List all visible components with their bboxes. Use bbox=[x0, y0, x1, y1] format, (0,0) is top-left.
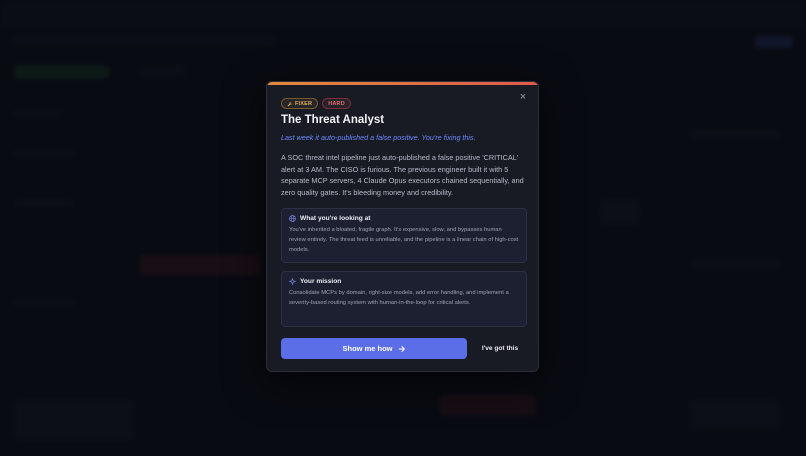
modal-top-accent bbox=[267, 82, 538, 85]
looking-at-header: What you're looking at bbox=[289, 215, 519, 222]
modal-title: The Threat Analyst bbox=[281, 114, 385, 126]
show-me-how-button[interactable]: Show me how bbox=[281, 338, 467, 359]
looking-at-heading: What you're looking at bbox=[300, 215, 371, 222]
difficulty-badge-label: HARD bbox=[328, 100, 345, 107]
globe-icon bbox=[289, 215, 296, 222]
badge-row: FIXER HARD bbox=[281, 98, 351, 109]
close-button[interactable]: × bbox=[517, 91, 529, 103]
sparkle-icon bbox=[289, 278, 296, 285]
looking-at-card: What you're looking at You've inherited … bbox=[281, 208, 527, 263]
mission-body: Consolidate MCPs by domain, right-size m… bbox=[289, 290, 509, 306]
difficulty-badge: HARD bbox=[322, 98, 351, 109]
fixer-badge-label: FIXER bbox=[295, 100, 313, 107]
arrow-right-icon bbox=[398, 345, 405, 352]
modal-subtitle: Last week it auto-published a false posi… bbox=[281, 133, 476, 142]
mission-header: Your mission bbox=[289, 278, 519, 285]
challenge-modal: × FIXER HARD The Threat Analyst Last wee… bbox=[266, 81, 539, 372]
fixer-badge: FIXER bbox=[281, 98, 319, 109]
close-icon: × bbox=[519, 91, 527, 103]
mission-heading: Your mission bbox=[300, 278, 342, 285]
ive-got-this-button[interactable]: I've got this bbox=[475, 338, 525, 359]
wrench-icon bbox=[287, 101, 293, 106]
show-me-how-label: Show me how bbox=[342, 344, 393, 353]
modal-description: A SOC threat intel pipeline just auto-pu… bbox=[281, 153, 524, 197]
mission-card: Your mission Consolidate MCPs by domain,… bbox=[281, 271, 527, 327]
ive-got-this-label: I've got this bbox=[481, 345, 519, 352]
looking-at-body: You've inherited a bloated, fragile grap… bbox=[289, 227, 519, 253]
